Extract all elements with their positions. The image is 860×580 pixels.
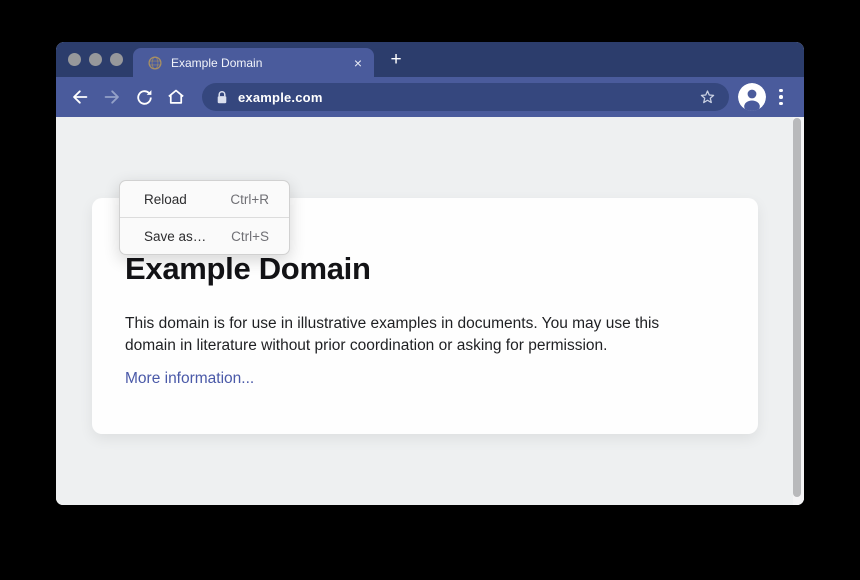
browser-tab[interactable]: Example Domain ×: [133, 48, 374, 77]
bookmark-star-icon[interactable]: [698, 88, 717, 107]
kebab-menu-icon[interactable]: [779, 87, 783, 107]
new-tab-icon[interactable]: +: [387, 51, 405, 69]
browser-toolbar: example.com: [56, 77, 804, 117]
page-body-text: This domain is for use in illustrative e…: [125, 313, 698, 357]
reload-icon[interactable]: [132, 85, 156, 109]
context-menu-item-reload[interactable]: Reload Ctrl+R: [120, 181, 289, 217]
tab-close-icon[interactable]: ×: [354, 56, 362, 70]
tab-title: Example Domain: [171, 56, 346, 70]
scrollbar-track[interactable]: [793, 117, 804, 505]
site-favicon-icon: [148, 56, 162, 70]
browser-window: Example Domain × +: [56, 42, 804, 505]
more-information-link[interactable]: More information...: [125, 370, 254, 388]
menu-item-shortcut: Ctrl+R: [230, 192, 269, 207]
menu-item-shortcut: Ctrl+S: [231, 229, 269, 244]
lock-icon: [216, 90, 228, 105]
traffic-light-close[interactable]: [68, 53, 81, 66]
traffic-light-zoom[interactable]: [110, 53, 123, 66]
address-bar[interactable]: example.com: [202, 83, 729, 111]
home-icon[interactable]: [164, 85, 188, 109]
context-menu: Reload Ctrl+R Save as… Ctrl+S: [119, 180, 290, 255]
forward-icon[interactable]: [100, 85, 124, 109]
back-icon[interactable]: [68, 85, 92, 109]
page-viewport: Example Domain This domain is for use in…: [56, 117, 804, 505]
title-bar: Example Domain × +: [56, 42, 804, 77]
menu-item-label: Reload: [144, 192, 187, 207]
traffic-light-minimize[interactable]: [89, 53, 102, 66]
profile-avatar-icon[interactable]: [738, 83, 766, 111]
scrollbar-thumb[interactable]: [793, 118, 801, 497]
menu-item-label: Save as…: [144, 229, 206, 244]
page-title: Example Domain: [125, 252, 698, 286]
context-menu-item-save-as[interactable]: Save as… Ctrl+S: [120, 218, 289, 254]
url-text: example.com: [238, 90, 698, 105]
